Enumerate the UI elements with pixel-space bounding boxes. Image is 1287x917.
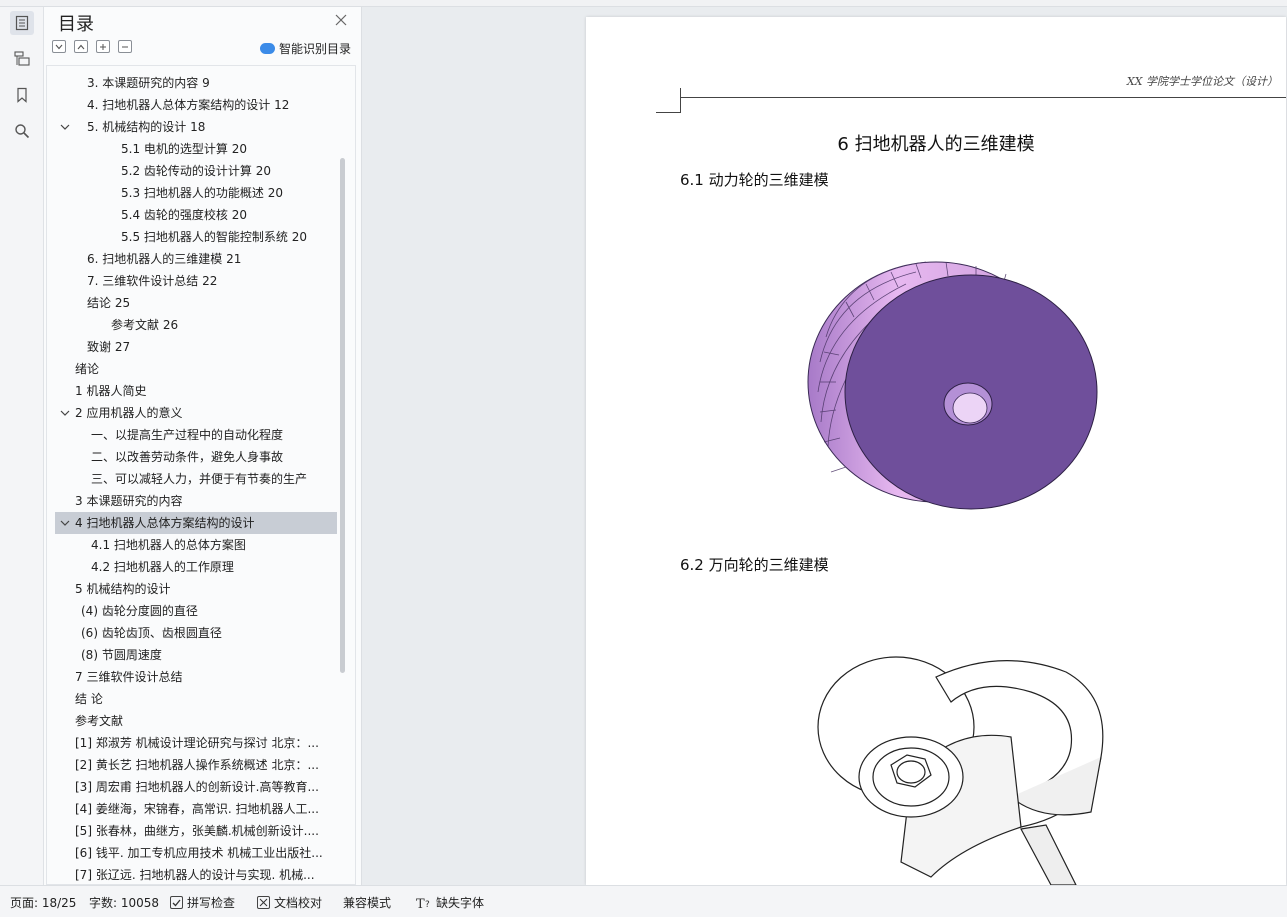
toc-item[interactable]: 5.5 扫地机器人的智能控制系统 20 (121, 226, 307, 248)
toc-item[interactable]: 参考文献 26 (111, 314, 178, 336)
search-icon[interactable] (10, 119, 34, 143)
document-viewer: XX 学院学士学位论文（设计） 6 扫地机器人的三维建模 6.1 动力轮的三维建… (362, 7, 1287, 885)
toc-item[interactable]: [3] 周宏甫 扫地机器人的创新设计.高等教育... (75, 776, 319, 798)
remove-item-icon[interactable] (118, 40, 132, 53)
expand-all-icon[interactable] (52, 40, 66, 53)
navigation-pane-icon[interactable] (10, 47, 34, 71)
toc-item[interactable]: 2 应用机器人的意义 (75, 402, 182, 424)
toc-item[interactable]: 4.1 扫地机器人的总体方案图 (91, 534, 246, 556)
status-bar: 页面: 18/25 字数: 10058 拼写检查 文档校对 兼容模式 T? 缺失… (0, 885, 1287, 917)
doc-check-toggle[interactable]: 文档校对 (257, 894, 322, 911)
toc-item[interactable]: 7. 三维软件设计总结 22 (87, 270, 217, 292)
toc-item[interactable]: 5.3 扫地机器人的功能概述 20 (121, 182, 283, 204)
page-header-text: XX 学院学士学位论文（设计） (1126, 75, 1278, 88)
toc-icon[interactable] (10, 11, 34, 35)
toc-item[interactable]: [4] 姜继海，宋锦春，高常识. 扫地机器人工... (75, 798, 319, 820)
svg-text:?: ? (425, 900, 430, 910)
toc-panel: 目录 智能识别目录 3. 本课题研究的内容 9 4. 扫地机器人总体方案结构的设… (44, 7, 362, 885)
chapter-title: 6 扫地机器人的三维建模 (837, 134, 1035, 155)
toc-item[interactable]: 5 机械结构的设计 (75, 578, 170, 600)
page-indicator[interactable]: 页面: 18/25 (10, 894, 76, 911)
toc-item[interactable]: 4. 扫地机器人总体方案结构的设计 12 (87, 94, 289, 116)
toc-item[interactable]: 5.1 电机的选型计算 20 (121, 138, 247, 160)
smart-toc-label: 智能识别目录 (279, 42, 352, 56)
toc-item[interactable]: 5. 机械结构的设计 18 (87, 116, 205, 138)
toc-item[interactable]: 结论 25 (87, 292, 130, 314)
toc-item[interactable]: 绪论 (75, 358, 99, 380)
toc-item[interactable]: 1 机器人简史 (75, 380, 146, 402)
toc-item[interactable]: 6. 扫地机器人的三维建模 21 (87, 248, 241, 270)
top-strip (0, 0, 1287, 7)
close-icon[interactable] (334, 12, 350, 28)
toc-item[interactable]: 4.2 扫地机器人的工作原理 (91, 556, 234, 578)
font-warning-icon: T? (416, 897, 430, 910)
ai-icon (260, 43, 275, 54)
toc-item[interactable]: 5.4 齿轮的强度校核 20 (121, 204, 247, 226)
toc-item[interactable]: 3. 本课题研究的内容 9 (87, 72, 210, 94)
header-margin-mark (656, 112, 681, 113)
toc-item[interactable]: 7 三维软件设计总结 (75, 666, 182, 688)
add-item-icon[interactable] (96, 40, 110, 53)
toc-item[interactable]: [6] 钱平. 加工专机应用技术 机械工业出版社... (75, 842, 323, 864)
svg-text:T: T (416, 897, 425, 910)
chevron-down-icon[interactable] (60, 122, 70, 132)
caster-wheel-model-image (817, 656, 1104, 885)
toc-item[interactable]: 一、以提高生产过程中的自动化程度 (91, 424, 283, 446)
drive-wheel-model-image (807, 261, 1098, 510)
toc-toolbar (52, 40, 132, 53)
toc-item[interactable]: 参考文献 (75, 710, 123, 732)
toc-scrollbar[interactable] (340, 158, 345, 673)
toc-title: 目录 (58, 14, 94, 35)
chevron-down-icon[interactable] (60, 408, 70, 418)
sidebar-rail (0, 7, 44, 885)
header-rule (680, 97, 1286, 98)
toc-item-selected[interactable]: 4 扫地机器人总体方案结构的设计 (55, 512, 337, 534)
checkbox-icon (170, 896, 183, 909)
toc-item[interactable]: 3 本课题研究的内容 (75, 490, 182, 512)
toc-item[interactable]: 三、可以减轻人力，并便于有节奏的生产 (91, 468, 307, 490)
doc-check-icon (257, 896, 270, 909)
toc-item[interactable]: [2] 黄长艺 扫地机器人操作系统概述 北京：... (75, 754, 319, 776)
toc-item[interactable]: [7] 张辽远. 扫地机器人的设计与实现. 机械... (75, 864, 315, 884)
spell-check-toggle[interactable]: 拼写检查 (170, 894, 235, 911)
section-heading: 6.2 万向轮的三维建模 (680, 556, 829, 574)
toc-item[interactable]: 结 论 (75, 688, 103, 710)
missing-font-button[interactable]: T? 缺失字体 (416, 894, 484, 911)
toc-item[interactable]: 二、以改善劳动条件，避免人身事故 (91, 446, 283, 468)
chevron-down-icon[interactable] (60, 518, 70, 528)
toc-item[interactable]: (4) 齿轮分度圆的直径 (81, 600, 198, 622)
document-page: XX 学院学士学位论文（设计） 6 扫地机器人的三维建模 6.1 动力轮的三维建… (586, 17, 1286, 885)
toc-item[interactable]: [1] 郑淑芳 机械设计理论研究与探讨 北京：... (75, 732, 319, 754)
header-margin-mark (680, 88, 681, 113)
bookmark-icon[interactable] (10, 83, 34, 107)
smart-toc-button[interactable]: 智能识别目录 (260, 40, 351, 57)
toc-item[interactable]: (6) 齿轮齿顶、齿根圆直径 (81, 622, 222, 644)
toc-item[interactable]: 致谢 27 (87, 336, 130, 358)
toc-item[interactable]: [5] 张春林，曲继方，张美麟.机械创新设计.... (75, 820, 319, 842)
toc-item[interactable]: (8) 节圆周速度 (81, 644, 162, 666)
collapse-all-icon[interactable] (74, 40, 88, 53)
section-heading: 6.1 动力轮的三维建模 (680, 171, 829, 189)
toc-item[interactable]: 5.2 齿轮传动的设计计算 20 (121, 160, 271, 182)
word-count[interactable]: 字数: 10058 (89, 894, 159, 911)
toc-list: 3. 本课题研究的内容 9 4. 扫地机器人总体方案结构的设计 12 5. 机械… (46, 65, 356, 885)
compat-mode[interactable]: 兼容模式 (343, 894, 391, 911)
